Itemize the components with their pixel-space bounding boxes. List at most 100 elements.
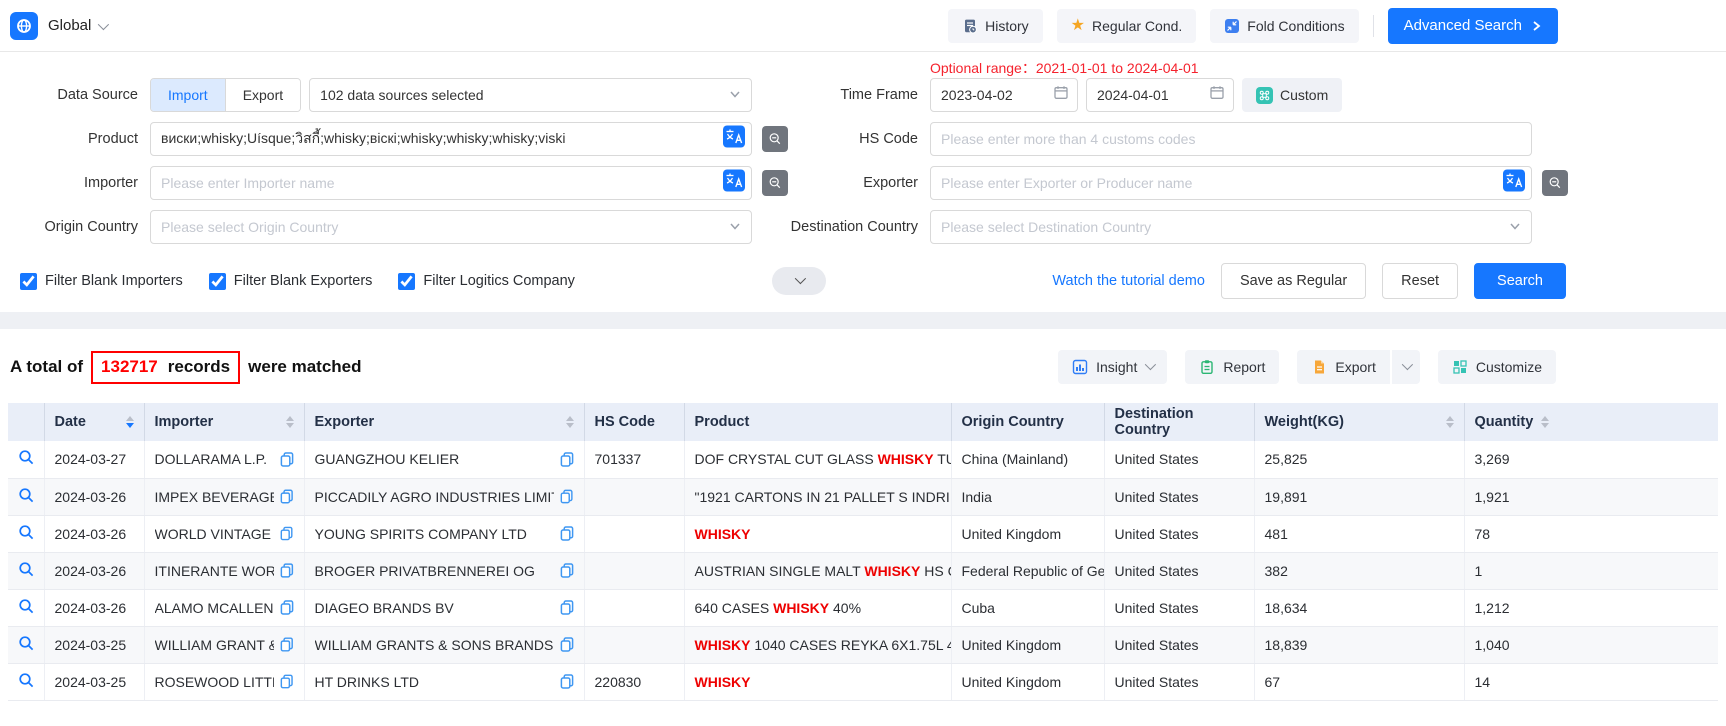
product-input[interactable] [150, 122, 752, 156]
row-search-icon[interactable] [18, 524, 35, 541]
insight-button[interactable]: Insight [1058, 350, 1167, 384]
row-search-icon[interactable] [18, 449, 35, 466]
regular-cond-button[interactable]: ★ Regular Cond. [1057, 9, 1197, 43]
tab-export[interactable]: Export [225, 79, 300, 111]
exporter-cell: GUANGZHOU KELIER [304, 441, 584, 478]
copy-icon[interactable] [280, 563, 294, 578]
row-actions-cell [8, 478, 44, 515]
exclude-search-icon[interactable] [1542, 170, 1568, 196]
copy-icon[interactable] [560, 637, 574, 652]
column-header-weight[interactable]: Weight(KG) [1254, 403, 1464, 441]
row-search-icon[interactable] [18, 672, 35, 689]
date-cell: 2024-03-26 [44, 589, 144, 626]
column-header-exporter[interactable]: Exporter [304, 403, 584, 441]
translate-icon[interactable] [1503, 170, 1525, 192]
highlighted-keyword: WHISKY [773, 600, 829, 616]
row-search-icon[interactable] [18, 635, 35, 652]
importer-cell: ITINERANTE WOR [144, 552, 304, 589]
copy-icon[interactable] [280, 489, 293, 504]
search-button[interactable]: Search [1474, 263, 1566, 299]
column-header-quantity[interactable]: Quantity [1464, 403, 1718, 441]
copy-icon[interactable] [560, 600, 574, 615]
copy-icon[interactable] [560, 452, 574, 467]
quantity-cell: 1,212 [1464, 589, 1718, 626]
importer-input[interactable] [150, 166, 752, 200]
reset-button[interactable]: Reset [1382, 263, 1458, 299]
translate-icon[interactable] [723, 126, 745, 148]
copy-icon[interactable] [280, 637, 294, 652]
data-sources-value: 102 data sources selected [320, 87, 483, 103]
product-cell: WHISKY 1040 CASES REYKA 6X1.75L 4 [684, 626, 951, 663]
copy-icon[interactable] [560, 526, 574, 541]
exporter-cell: DIAGEO BRANDS BV [304, 589, 584, 626]
tab-import[interactable]: Import [151, 79, 225, 111]
checkbox-icon[interactable] [209, 273, 226, 290]
checkbox-filter-blank-exporters[interactable]: Filter Blank Exporters [209, 273, 373, 290]
fold-conditions-button[interactable]: Fold Conditions [1210, 9, 1358, 43]
sort-icon[interactable] [566, 416, 574, 428]
exporter-cell: HT DRINKS LTD [304, 663, 584, 700]
collapse-toggle[interactable] [772, 267, 826, 295]
column-header-date[interactable]: Date [44, 403, 144, 441]
row-actions-cell [8, 663, 44, 700]
copy-icon[interactable] [280, 674, 293, 689]
summary-suffix: were matched [248, 357, 361, 377]
sort-icon[interactable] [286, 416, 294, 428]
row-actions-cell [8, 589, 44, 626]
exporter-label: Exporter [788, 175, 930, 191]
copy-icon[interactable] [560, 489, 573, 504]
table-row: 2024-03-25 ROSEWOOD LITTL HT DRINKS LTD … [8, 663, 1718, 700]
export-button[interactable]: Export [1297, 350, 1389, 384]
exclude-search-icon[interactable] [762, 126, 788, 152]
data-sources-select[interactable]: 102 data sources selected [309, 78, 752, 112]
app-logo-icon[interactable] [10, 12, 38, 40]
checkbox-icon[interactable] [20, 273, 37, 290]
copy-icon[interactable] [560, 563, 574, 578]
customize-button[interactable]: Customize [1438, 350, 1556, 384]
row-search-icon[interactable] [18, 487, 35, 504]
sort-icon[interactable] [1541, 416, 1549, 428]
weight-cell: 19,891 [1254, 478, 1464, 515]
weight-cell: 18,634 [1254, 589, 1464, 626]
region-selector[interactable]: Global [48, 17, 106, 34]
region-label: Global [48, 17, 91, 34]
custom-button[interactable]: Custom [1242, 78, 1342, 112]
export-dropdown[interactable] [1392, 350, 1420, 384]
product-cell: AUSTRIAN SINGLE MALT WHISKY HS C [684, 552, 951, 589]
destination-country-cell: United States [1104, 441, 1254, 478]
copy-icon[interactable] [280, 526, 293, 541]
copy-icon[interactable] [280, 600, 294, 615]
checkbox-filter-blank-importers[interactable]: Filter Blank Importers [20, 273, 183, 290]
copy-icon[interactable] [280, 452, 294, 467]
row-search-icon[interactable] [18, 561, 35, 578]
product-label: Product [10, 131, 150, 147]
destination-country-select[interactable]: Please select Destination Country [930, 210, 1532, 244]
sort-icon[interactable] [126, 416, 134, 428]
advanced-search-button[interactable]: Advanced Search [1388, 8, 1558, 44]
sort-icon[interactable] [1446, 416, 1454, 428]
report-button[interactable]: Report [1185, 350, 1279, 384]
translate-icon[interactable] [723, 170, 745, 192]
results-header: A total of 132717 records were matched I… [0, 347, 1726, 387]
product-cell: 640 CASES WHISKY 40% [684, 589, 951, 626]
history-button[interactable]: History [948, 9, 1043, 43]
star-icon: ★ [1071, 18, 1085, 34]
column-header-importer[interactable]: Importer [144, 403, 304, 441]
origin-country-select[interactable]: Please select Origin Country [150, 210, 752, 244]
history-label: History [985, 18, 1029, 34]
importer-cell: WORLD VINTAGE L [144, 515, 304, 552]
row-actions-cell [8, 552, 44, 589]
checkbox-icon[interactable] [398, 273, 415, 290]
save-as-regular-button[interactable]: Save as Regular [1221, 263, 1366, 299]
hs-code-input[interactable] [930, 122, 1532, 156]
calendar-icon [1053, 85, 1069, 101]
optional-range-note: Optional range：2021-01-01 to 2024-04-01 [930, 58, 1726, 76]
checkbox-filter-logitics-company[interactable]: Filter Logitics Company [398, 273, 575, 290]
exporter-input[interactable] [930, 166, 1532, 200]
tutorial-link[interactable]: Watch the tutorial demo [1052, 273, 1205, 289]
exclude-search-icon[interactable] [762, 170, 788, 196]
destination-country-cell: United States [1104, 478, 1254, 515]
row-search-icon[interactable] [18, 598, 35, 615]
data-source-segment: Import Export [150, 78, 301, 112]
copy-icon[interactable] [560, 674, 574, 689]
